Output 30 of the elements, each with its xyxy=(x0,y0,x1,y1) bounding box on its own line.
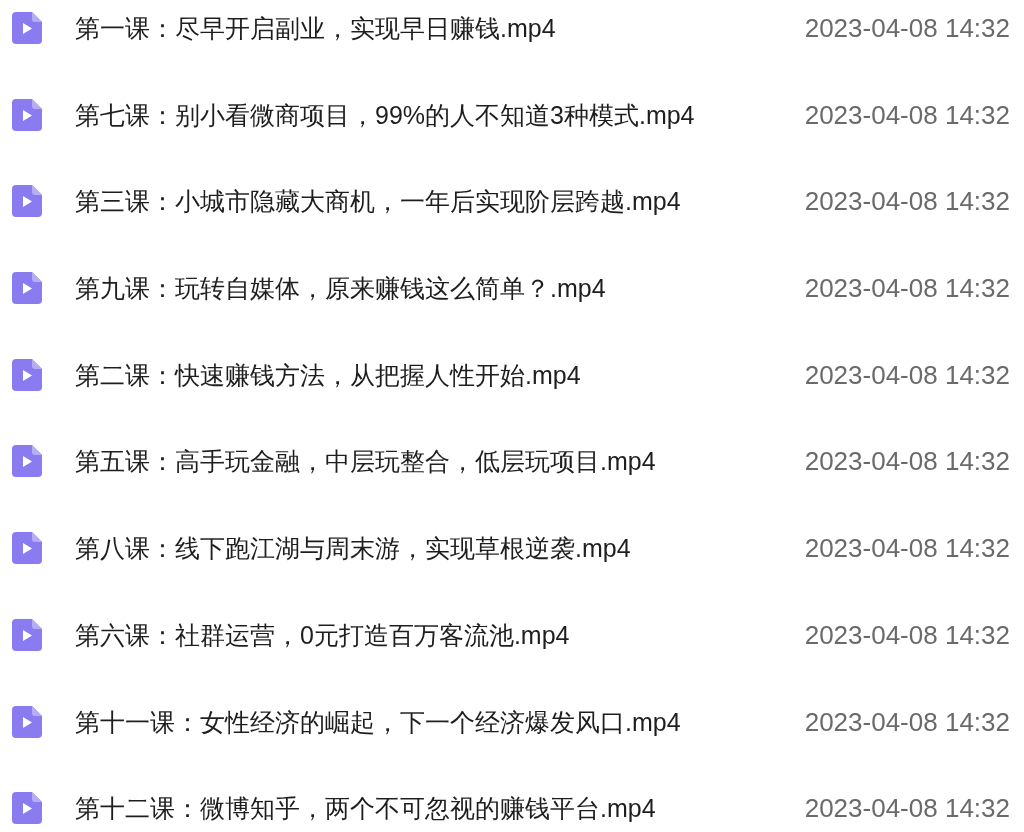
file-name[interactable]: 第九课：玩转自媒体，原来赚钱这么简单？.mp4 xyxy=(75,272,805,305)
video-file-icon xyxy=(12,358,42,391)
video-file-icon xyxy=(12,12,42,44)
file-name[interactable]: 第五课：高手玩金融，中层玩整合，低层玩项目.mp4 xyxy=(75,445,805,478)
file-name[interactable]: 第三课：小城市隐藏大商机，一年后实现阶层跨越.mp4 xyxy=(75,185,805,218)
file-name[interactable]: 第八课：线下跑江湖与周末游，实现草根逆袭.mp4 xyxy=(75,532,805,565)
modified-date: 2023-04-08 14:32 xyxy=(804,792,1010,825)
video-file-icon xyxy=(12,98,42,131)
modified-date: 2023-04-08 14:32 xyxy=(804,185,1010,218)
video-file-icon xyxy=(12,185,42,218)
modified-date: 2023-04-08 14:32 xyxy=(804,705,1010,738)
modified-date: 2023-04-08 14:32 xyxy=(804,618,1010,651)
video-file-icon xyxy=(12,532,42,565)
modified-date: 2023-04-08 14:32 xyxy=(804,272,1010,305)
video-file-icon xyxy=(12,445,42,478)
modified-date: 2023-04-08 14:32 xyxy=(804,532,1010,565)
video-file-icon xyxy=(12,272,42,305)
file-name[interactable]: 第二课：快速赚钱方法，从把握人性开始.mp4 xyxy=(75,358,805,391)
modified-date: 2023-04-08 14:32 xyxy=(804,98,1010,131)
file-name[interactable]: 第六课：社群运营，0元打造百万客流池.mp4 xyxy=(75,618,805,651)
file-name[interactable]: 第十一课：女性经济的崛起，下一个经济爆发风口.mp4 xyxy=(75,705,805,738)
file-name[interactable]: 第一课：尽早开启副业，实现早日赚钱.mp4 xyxy=(75,12,805,44)
modified-date: 2023-04-08 14:32 xyxy=(804,445,1010,478)
video-file-icon xyxy=(12,618,42,651)
video-file-icon xyxy=(12,792,42,825)
modified-date: 2023-04-08 14:32 xyxy=(804,12,1010,44)
video-file-icon xyxy=(12,705,42,738)
modified-date: 2023-04-08 14:32 xyxy=(804,358,1010,391)
file-name[interactable]: 第十二课：微博知乎，两个不可忽视的赚钱平台.mp4 xyxy=(75,792,805,825)
file-name[interactable]: 第七课：别小看微商项目，99%的人不知道3种模式.mp4 xyxy=(75,98,805,131)
